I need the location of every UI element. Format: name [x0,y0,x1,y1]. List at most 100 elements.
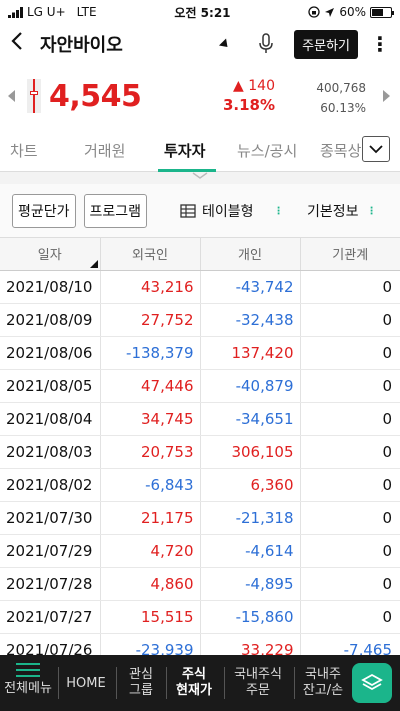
mini-candle-icon [27,79,41,113]
chevron-left-icon [11,32,22,50]
nav-all-menu[interactable]: 전체메뉴 [0,663,56,697]
table-row[interactable]: 2021/07/27 15,515 -15,860 0 [0,600,400,634]
table-row[interactable]: 2021/08/02 -6,843 6,360 0 [0,468,400,502]
nav-current-price[interactable]: 주식 현재가 [168,667,220,699]
cell-individual: -4,614 [200,534,301,568]
nav-label: 전체메뉴 [4,681,52,696]
table-row[interactable]: 2021/08/03 20,753 306,105 0 [0,435,400,469]
cell-foreign: -6,843 [100,468,201,502]
cell-individual: -4,895 [200,567,301,601]
prev-stock-icon[interactable] [8,90,15,102]
cell-date: 2021/08/02 [0,468,101,502]
cell-institution: 0 [300,270,400,304]
cell-date: 2021/08/04 [0,402,101,436]
table-row[interactable]: 2021/07/28 4,860 -4,895 0 [0,567,400,601]
layers-button[interactable] [352,663,392,703]
cell-institution: 0 [300,303,400,337]
cell-individual: -21,318 [200,501,301,535]
cell-individual: 6,360 [200,468,301,502]
nav-domestic-order[interactable]: 국내주식 주문 [226,667,290,699]
table-row[interactable]: 2021/08/09 27,752 -32,438 0 [0,303,400,337]
table-row[interactable]: 2021/08/06 -138,379 137,420 0 [0,336,400,370]
cell-foreign: 43,216 [100,270,201,304]
cell-foreign: 21,175 [100,501,201,535]
tab-chart[interactable]: 차트 [10,140,38,161]
back-button[interactable] [10,31,34,57]
bottom-navigation: 전체메뉴 HOME 관심 그룹 주식 현재가 국내주식 주문 국내주 잔고/손 [0,655,400,711]
stock-dropdown-icon[interactable] [219,37,232,51]
cell-foreign: 47,446 [100,369,201,403]
stock-name[interactable]: 자안바이오 [40,31,220,57]
basic-info-selector[interactable]: 기본정보 ⋮ [307,201,377,221]
cell-date: 2021/08/10 [0,270,101,304]
cell-foreign: 4,720 [100,534,201,568]
cell-individual: -15,860 [200,600,301,634]
cell-foreign: -138,379 [100,336,201,370]
investor-toolbar: 평균단가 프로그램 테이블형 ⋮ 기본정보 ⋮ [0,184,400,238]
basic-info-menu-icon: ⋮ [366,205,377,217]
tab-stock-info[interactable]: 종목상 [320,140,361,161]
more-menu-button[interactable]: ⋮ [370,34,390,54]
cell-institution: 0 [300,468,400,502]
cell-institution: 0 [300,336,400,370]
volume-info: 400,768 60.13% [316,78,366,118]
next-stock-icon[interactable] [383,90,390,102]
table-view-label: 테이블형 [202,204,254,220]
collapse-handle[interactable] [0,172,400,184]
cell-institution: 0 [300,402,400,436]
cell-individual: 306,105 [200,435,301,469]
table-row[interactable]: 2021/08/10 43,216 -43,742 0 [0,270,400,304]
order-button[interactable]: 주문하기 [294,29,358,59]
cell-institution: 0 [300,369,400,403]
cell-date: 2021/07/27 [0,600,101,634]
table-row[interactable]: 2021/07/30 21,175 -21,318 0 [0,501,400,535]
column-header-institution[interactable]: 기관계 [300,238,400,271]
tab-news[interactable]: 뉴스/공시 [237,140,297,161]
cell-date: 2021/07/29 [0,534,101,568]
tab-brokers[interactable]: 거래원 [84,140,125,161]
battery-fill [372,8,383,16]
battery-percent: 60% [339,5,366,19]
tab-expand-button[interactable] [362,136,390,162]
cell-foreign: 15,515 [100,600,201,634]
location-icon [325,7,335,17]
layers-icon [361,673,383,691]
table-view-toggle[interactable]: 테이블형 ⋮ [180,201,284,221]
investor-table: 일자 외국인 개인 기관계 2021/08/10 43,216 -43,742 0 20… [0,238,400,667]
active-tab-indicator [158,169,216,172]
chevron-down-icon [192,172,208,179]
voice-search-button[interactable] [254,32,278,56]
table-row[interactable]: 2021/08/04 34,745 -34,651 0 [0,402,400,436]
change-percent: 3.18% [222,96,275,114]
clock: 오전 5:21 [174,5,231,20]
signal-icon [8,6,23,18]
sort-indicator-icon [89,259,98,268]
cell-institution: 0 [300,435,400,469]
avg-price-button[interactable]: 평균단가 [12,193,76,228]
status-right: 60% [308,5,394,19]
column-header-individual[interactable]: 개인 [200,238,301,271]
cell-foreign: 34,745 [100,402,201,436]
tab-investors[interactable]: 투자자 [164,140,205,161]
nav-home[interactable]: HOME [60,676,112,692]
cell-institution: 0 [300,600,400,634]
cell-individual: 137,420 [200,336,301,370]
price-change: ▲ 140 3.18% [215,78,275,114]
nav-watchlist[interactable]: 관심 그룹 [118,667,164,699]
battery-icon [370,6,394,18]
network-label: LTE [76,5,97,19]
chevron-down-icon [369,145,383,154]
hamburger-icon [16,663,40,677]
cell-foreign: 20,753 [100,435,201,469]
table-row[interactable]: 2021/07/29 4,720 -4,614 0 [0,534,400,568]
column-header-foreign[interactable]: 외국인 [100,238,201,271]
table-row[interactable]: 2021/08/05 47,446 -40,879 0 [0,369,400,403]
microphone-icon [259,33,273,53]
status-bar: LG U+ LTE 오전 5:21 60% [0,0,400,24]
column-header-date[interactable]: 일자 [0,238,101,271]
program-button[interactable]: 프로그램 [83,193,148,228]
table-header-row: 일자 외국인 개인 기관계 [0,238,400,271]
cell-individual: -34,651 [200,402,301,436]
nav-domestic-balance[interactable]: 국내주 잔고/손 [296,667,350,699]
basic-info-label: 기본정보 [307,204,359,220]
